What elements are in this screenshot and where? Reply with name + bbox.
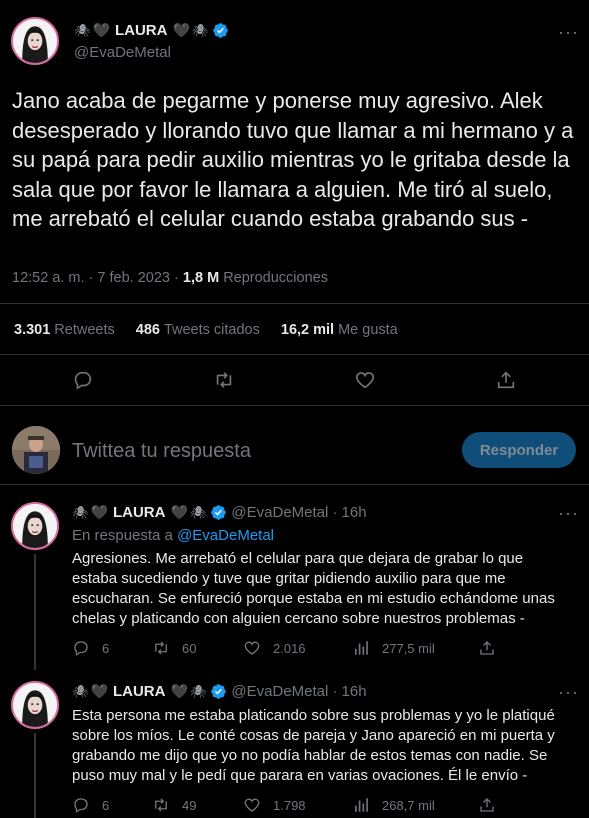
verified-badge-icon [210, 504, 227, 521]
avatar[interactable] [11, 502, 59, 550]
like-icon [244, 798, 260, 812]
author-name-row[interactable]: 🕷 🖤 LAURA 🖤 🕷 [74, 22, 229, 39]
reply-input[interactable]: Twittea tu respuesta [72, 440, 251, 463]
like-count[interactable]: 2.016 [243, 639, 306, 657]
profile-photo [13, 19, 57, 63]
retweet-icon [155, 798, 167, 812]
tweet-text: Jano acaba de pegarme y ponerse muy agre… [12, 88, 580, 232]
like-icon [244, 641, 260, 655]
tweet-time: · 16h [332, 683, 367, 700]
black-heart-icon: 🖤 [90, 504, 108, 520]
author-name-row[interactable]: 🕷 🖤 LAURA 🖤 🕷 @EvaDeMetal · 16h [72, 683, 367, 700]
tweet-time: · 16h [332, 504, 367, 521]
retweet-count[interactable]: 49 [152, 796, 196, 814]
retweets-stat[interactable]: 3.301 Retweets [14, 322, 115, 338]
reply-count[interactable]: 6 [72, 639, 109, 657]
share-button[interactable] [478, 639, 508, 657]
author-handle[interactable]: @EvaDeMetal [74, 44, 171, 61]
share-icon [480, 641, 494, 655]
thread-connector [34, 554, 36, 670]
likes-stat[interactable]: 16,2 mil Me gusta [281, 322, 398, 338]
retweet-count[interactable]: 60 [152, 639, 196, 657]
reply-count[interactable]: 6 [72, 796, 109, 814]
share-icon[interactable] [495, 369, 517, 391]
author-name: LAURA [112, 504, 166, 521]
in-reply-to: En respuesta a @EvaDeMetal [72, 527, 275, 544]
verified-badge-icon [210, 683, 227, 700]
reply-button[interactable]: Responder [462, 432, 576, 468]
profile-photo [13, 504, 57, 548]
main-tweet: 🕷 🖤 LAURA 🖤 🕷 @EvaDeMetal ··· Jano acaba… [0, 0, 589, 484]
spider-icon: 🕷 [189, 683, 207, 699]
black-heart-icon: 🖤 [170, 504, 188, 520]
view-label: Reproducciones [223, 270, 328, 286]
retweet-icon [155, 641, 167, 655]
divider [0, 354, 589, 355]
reply-text: Agresiones. Me arrebató el celular para … [72, 550, 555, 627]
my-profile-photo [12, 426, 60, 474]
author-handle: @EvaDeMetal [231, 683, 329, 700]
avatar[interactable] [11, 17, 59, 65]
view-count[interactable]: 277,5 mil [352, 639, 435, 657]
author-name-row[interactable]: 🕷 🖤 LAURA 🖤 🕷 @EvaDeMetal · 16h [72, 504, 367, 521]
reply-icon[interactable] [72, 369, 94, 391]
share-icon [480, 798, 494, 812]
spider-icon: 🕷 [72, 504, 89, 520]
like-count[interactable]: 1.798 [243, 796, 306, 814]
author-name: LAURA [114, 22, 168, 39]
divider [0, 405, 589, 406]
in-reply-handle[interactable]: @EvaDeMetal [177, 527, 274, 544]
tweet-actions [0, 369, 589, 393]
black-heart-icon: 🖤 [172, 22, 190, 38]
spider-icon: 🕷 [72, 683, 89, 699]
avatar[interactable] [11, 681, 59, 729]
profile-photo [13, 683, 57, 727]
more-options-icon[interactable]: ··· [558, 503, 579, 524]
divider [0, 303, 589, 304]
quotes-stat[interactable]: 486 Tweets citados [136, 322, 260, 338]
spider-icon: 🕷 [191, 22, 209, 38]
tweet-stats: 3.301 Retweets 486 Tweets citados 16,2 mil… [14, 322, 419, 338]
black-heart-icon: 🖤 [170, 683, 188, 699]
spider-icon: 🕷 [189, 504, 207, 520]
spider-icon: 🕷 [74, 22, 91, 38]
verified-badge-icon [212, 22, 229, 39]
views-icon [355, 641, 368, 655]
reply-tweet[interactable]: 🕷 🖤 LAURA 🖤 🕷 @EvaDeMetal · 16h ··· En r… [0, 485, 589, 670]
my-avatar[interactable] [12, 426, 60, 474]
author-name: LAURA [112, 683, 166, 700]
black-heart-icon: 🖤 [92, 22, 110, 38]
more-options-icon[interactable]: ··· [558, 682, 579, 703]
view-count[interactable]: 268,7 mil [352, 796, 435, 814]
views-icon [355, 798, 368, 812]
reply-icon [74, 641, 88, 657]
more-options-icon[interactable]: ··· [558, 22, 579, 43]
reply-text: Esta persona me estaba platicando sobre … [72, 707, 555, 784]
tweet-timestamp[interactable]: 12:52 a. m. · 7 feb. 2023 · [12, 270, 179, 286]
view-count: 1,8 M [182, 270, 220, 286]
retweet-icon[interactable] [213, 369, 235, 391]
black-heart-icon: 🖤 [90, 683, 108, 699]
thread-connector [34, 733, 36, 818]
like-icon[interactable] [354, 369, 376, 391]
author-handle: @EvaDeMetal [231, 504, 329, 521]
tweet-meta: 12:52 a. m. · 7 feb. 2023 · 1,8 M Reprod… [12, 270, 328, 286]
reply-icon [74, 798, 88, 814]
reply-composer: Twittea tu respuesta Responder [0, 418, 589, 484]
share-button[interactable] [478, 796, 508, 814]
reply-tweet[interactable]: 🕷 🖤 LAURA 🖤 🕷 @EvaDeMetal · 16h ··· Esta… [0, 664, 589, 818]
